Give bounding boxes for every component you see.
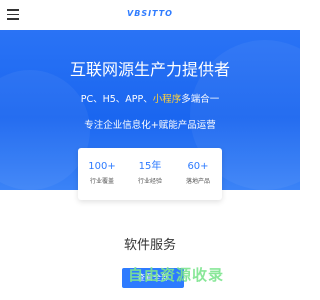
hero-subtitle-prefix: PC、H5、APP、: [80, 94, 153, 105]
top-bar: VBSITTO: [0, 0, 300, 30]
stat-item: 60+ 落地产品: [174, 148, 222, 200]
hero-subtitle: PC、H5、APP、小程序多端合一: [0, 91, 300, 105]
stats-card: 100+ 行业覆盖 15年 行业经验 60+ 落地产品: [78, 148, 222, 200]
hero-subtitle-suffix: 多端合一: [181, 94, 220, 105]
section-title: 软件服务: [123, 238, 176, 253]
hero-slogan: 专注企业信息化+赋能产品运营: [84, 120, 216, 131]
hero-subtitle-highlight: 小程序: [152, 94, 182, 105]
stat-label: 行业经验: [137, 178, 162, 185]
watermark-text: 自由资源收录: [128, 266, 225, 284]
logo[interactable]: VBSITTO: [0, 9, 300, 18]
stat-number: 60+: [187, 161, 209, 172]
hero-title: 互联网源生产力提供者: [69, 60, 230, 79]
stat-number: 100+: [88, 161, 116, 172]
stat-item: 15年 行业经验: [126, 148, 174, 200]
stat-number: 15年: [138, 161, 162, 172]
stat-item: 100+ 行业覆盖: [78, 148, 126, 200]
stat-label: 落地产品: [185, 178, 210, 185]
stat-label: 行业覆盖: [89, 178, 114, 185]
